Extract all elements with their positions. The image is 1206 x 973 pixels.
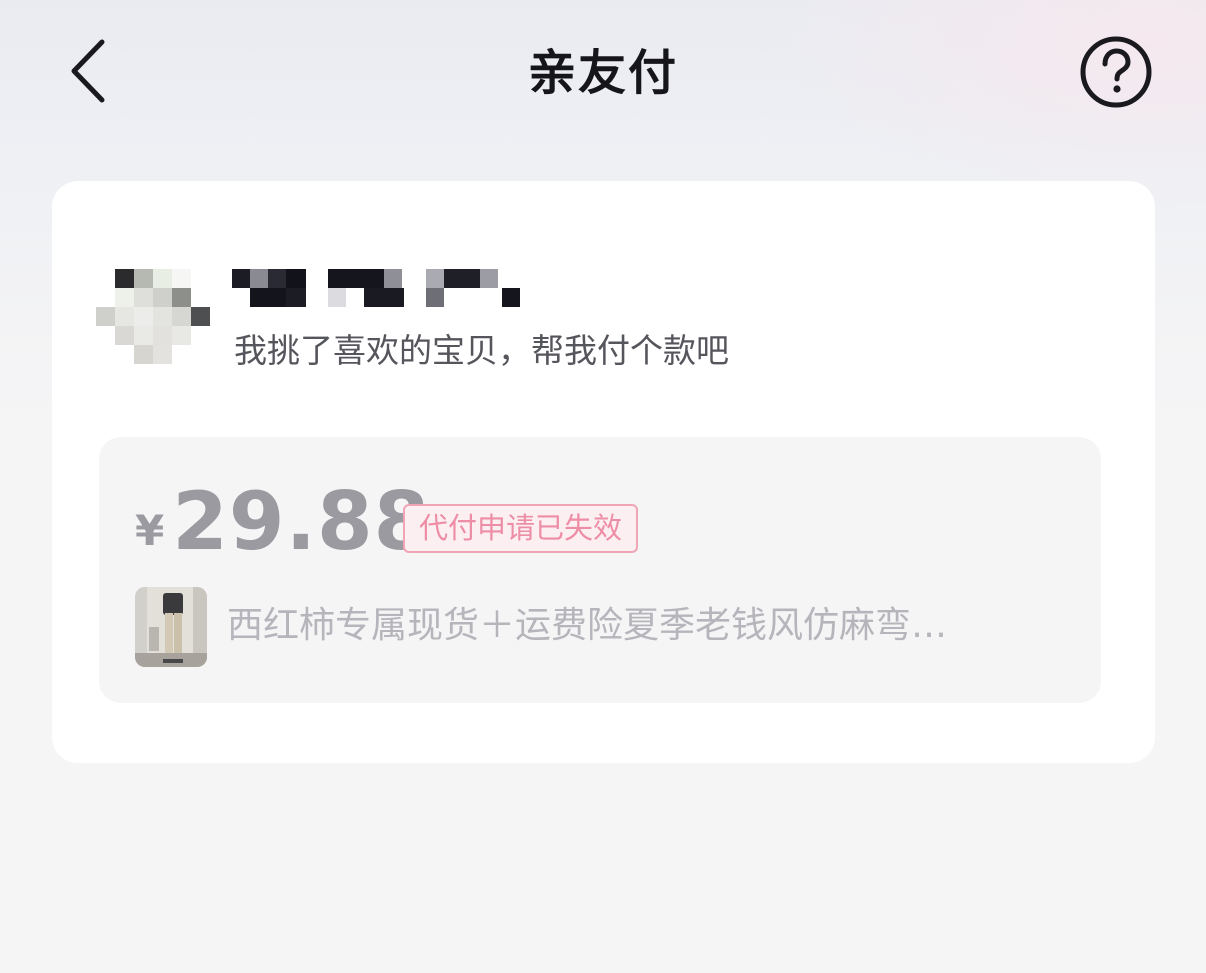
product-item[interactable]: 西红柿专属现货＋运费险夏季老钱风仿麻弯… [135,587,1065,667]
avatar[interactable] [96,269,212,367]
price-amount: 29.88 [172,475,431,568]
page-title: 亲友付 [527,45,678,101]
request-message: 我挑了喜欢的宝贝，帮我付个款吧 [234,331,729,370]
navigation-bar: 亲友付 [0,0,1206,150]
question-circle-icon [1080,36,1152,108]
product-thumbnail [135,587,207,667]
currency-symbol: ¥ [135,506,165,555]
product-title: 西红柿专属现货＋运费险夏季老钱风仿麻弯… [227,605,948,646]
payment-request-card: 我挑了喜欢的宝贝，帮我付个款吧 ¥ 29.88 代付申请已失效 西红柿专属现货＋… [52,181,1155,763]
price: ¥ 29.88 [135,477,430,567]
status-badge: 代付申请已失效 [403,504,639,553]
help-button[interactable] [1078,34,1154,110]
order-summary[interactable]: ¥ 29.88 代付申请已失效 西红柿专属现货＋运费险夏季老钱风仿麻弯… [99,437,1101,703]
sender-name [232,269,552,309]
